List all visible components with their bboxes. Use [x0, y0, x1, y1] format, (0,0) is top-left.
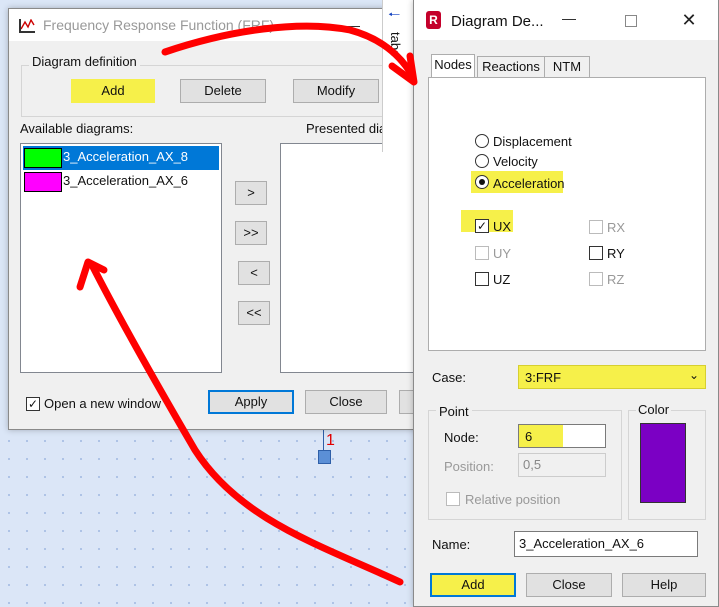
case-label: Case: [432, 370, 466, 385]
arrow-left-icon[interactable]: 🠐 [388, 4, 400, 28]
dd-close-icon[interactable]: ✕ [679, 10, 699, 31]
side-tab-strip[interactable]: 🠐 tabs [382, 0, 416, 152]
node-field[interactable]: 6 [518, 424, 606, 448]
node-marker-label: 1 [326, 432, 335, 449]
acceleration-label: Acceleration [493, 176, 565, 191]
list-item[interactable]: 3_Acceleration_AX_8 [23, 146, 219, 170]
name-field[interactable]: 3_Acceleration_AX_6 [514, 531, 698, 557]
uy-label: UY [493, 246, 512, 261]
tab-reactions[interactable]: Reactions [477, 56, 545, 78]
help-button[interactable]: Help [622, 573, 706, 597]
diagram-item-label: 3_Acceleration_AX_6 [63, 173, 189, 188]
robot-app-icon: R [426, 11, 441, 29]
frf-window: Frequency Response Function (FRF) — Diag… [8, 8, 422, 430]
uz-label: UZ [493, 272, 511, 287]
rz-checkbox [589, 272, 603, 286]
ux-checkbox[interactable]: ✓ [475, 219, 489, 233]
velocity-label: Velocity [493, 154, 538, 169]
velocity-radio[interactable] [475, 154, 489, 168]
relative-position-label: Relative position [465, 492, 561, 507]
diagram-definition-label: Diagram definition [29, 54, 140, 69]
displacement-radio[interactable] [475, 134, 489, 148]
color-swatch[interactable] [640, 423, 686, 503]
presented-diagrams-list[interactable] [280, 143, 420, 373]
available-diagrams-list[interactable]: 3_Acceleration_AX_8 3_Acceleration_AX_6 [20, 143, 222, 373]
name-label: Name: [432, 537, 471, 552]
apply-button[interactable]: Apply [208, 390, 294, 414]
rx-checkbox [589, 220, 603, 234]
position-field: 0,5 [518, 453, 606, 477]
move-all-left-button[interactable]: << [238, 301, 270, 325]
color-label: Color [636, 402, 672, 417]
ux-label: UX [493, 219, 512, 234]
node-value: 6 [525, 429, 533, 444]
tab-ntm[interactable]: NTM [544, 56, 590, 78]
relative-position-checkbox [446, 492, 460, 506]
node-marker[interactable] [318, 450, 331, 464]
dd-minimize-button[interactable]: — [559, 10, 579, 26]
frf-modify-button[interactable]: Modify [293, 79, 379, 103]
uz-checkbox[interactable] [475, 272, 489, 286]
open-new-window-checkbox[interactable]: ✓ [26, 397, 40, 411]
tab-nodes[interactable]: Nodes [431, 54, 475, 78]
frf-minimize-button[interactable]: — [343, 17, 363, 33]
uy-checkbox [475, 246, 489, 260]
chart-app-icon [19, 19, 35, 33]
case-select[interactable]: 3:FRF ⌄ [518, 365, 706, 389]
dd-titlebar[interactable]: R Diagram De... — ✕ [414, 0, 718, 40]
frf-close-button[interactable]: Close [305, 390, 387, 414]
case-value: 3:FRF [525, 370, 562, 385]
dd-maximize-button[interactable] [625, 15, 637, 27]
diagram-definition-window: R Diagram De... — ✕ Nodes Reactions NTM … [413, 0, 719, 607]
diagram-item-label: 3_Acceleration_AX_8 [63, 149, 189, 164]
frf-title: Frequency Response Function (FRF) [43, 17, 275, 33]
acceleration-radio[interactable] [475, 175, 489, 189]
frf-add-button[interactable]: Add [71, 79, 155, 103]
point-label: Point [436, 404, 472, 419]
open-new-window-label: Open a new window [44, 396, 162, 411]
dd-add-button[interactable]: Add [430, 573, 516, 597]
rx-label: RX [607, 220, 626, 235]
diagram-color-swatch [24, 148, 62, 168]
node-marker-stem [323, 430, 324, 450]
ry-label: RY [607, 246, 625, 261]
node-label: Node: [444, 430, 479, 445]
tabs-label[interactable]: tabs [388, 32, 403, 57]
move-right-button[interactable]: > [235, 181, 267, 205]
chevron-down-icon: ⌄ [688, 368, 699, 382]
list-item[interactable]: 3_Acceleration_AX_6 [23, 170, 219, 194]
dd-title: Diagram De... [451, 13, 544, 30]
ry-checkbox[interactable] [589, 246, 603, 260]
displacement-label: Displacement [493, 134, 572, 149]
frf-delete-button[interactable]: Delete [180, 79, 266, 103]
position-label: Position: [444, 459, 494, 474]
rz-label: RZ [607, 272, 625, 287]
dd-close-button[interactable]: Close [526, 573, 612, 597]
move-all-right-button[interactable]: >> [235, 221, 267, 245]
move-left-button[interactable]: < [238, 261, 270, 285]
diagram-color-swatch [24, 172, 62, 192]
frf-titlebar[interactable]: Frequency Response Function (FRF) — [9, 9, 419, 41]
available-diagrams-label: Available diagrams: [20, 121, 134, 136]
